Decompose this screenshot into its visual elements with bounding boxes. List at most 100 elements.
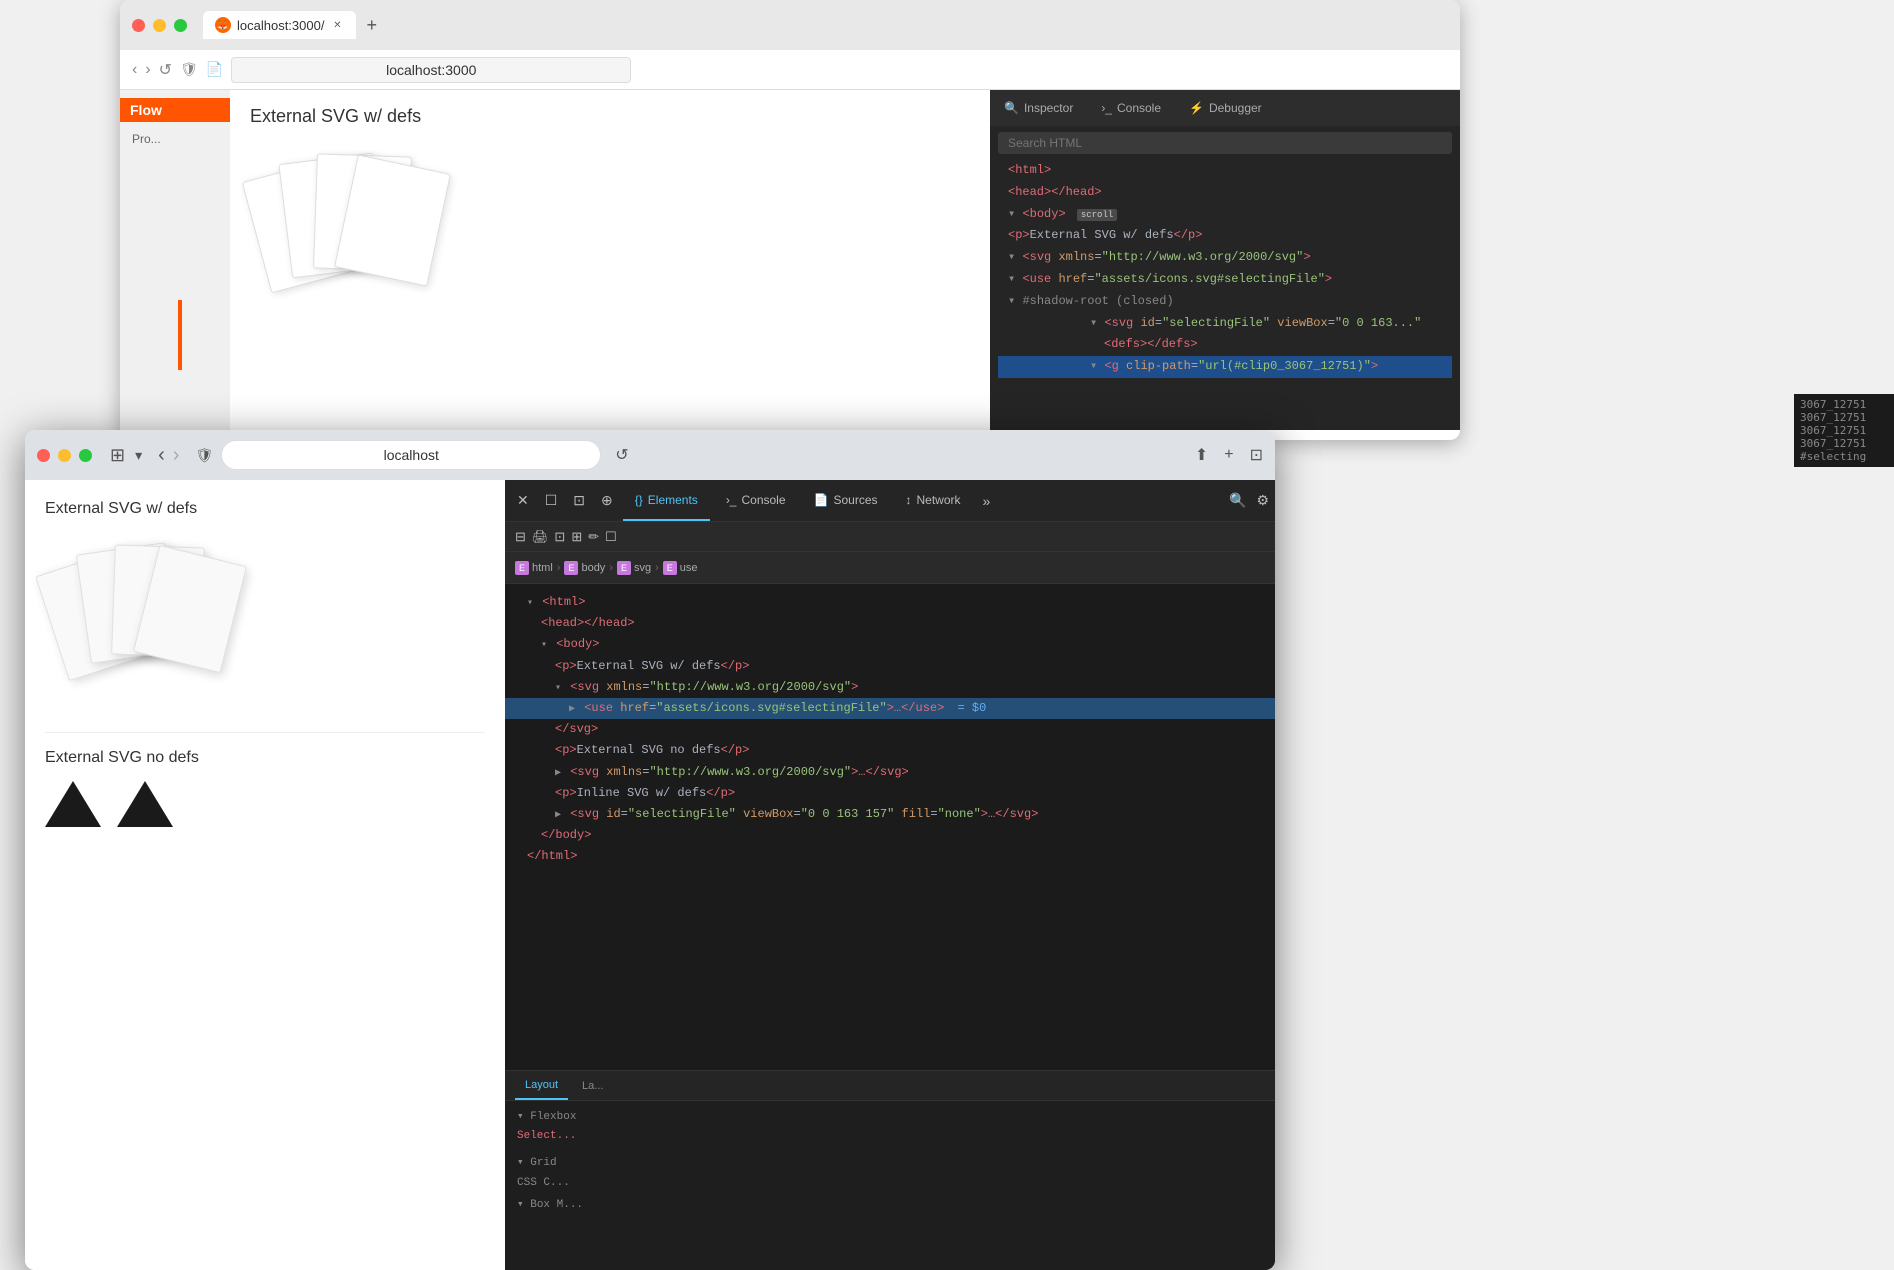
tree-toggle-svg1[interactable]: ▾ — [555, 683, 561, 694]
ff-inspector-tab[interactable]: 🔍 Inspector — [990, 90, 1087, 126]
flexbox-header: ▾ Flexbox — [517, 1109, 1263, 1123]
bc-body-icon: E — [564, 561, 578, 575]
tree-line-close-body[interactable]: </body> — [505, 825, 1275, 846]
chrome-forward-btn[interactable]: › — [173, 444, 180, 467]
devtools-breadcrumb: E html › E body › E svg › E use — [505, 552, 1275, 584]
tab-elements[interactable]: {} Elements — [623, 480, 710, 521]
chrome-close-btn[interactable] — [37, 449, 50, 462]
maximize-button-bg[interactable] — [174, 19, 187, 32]
ff-search-html[interactable] — [998, 132, 1452, 154]
styles-box-section: ▾ Box M... — [517, 1197, 1263, 1211]
chrome-shield-icon: 🛡 — [195, 447, 213, 464]
view-mode-btn-1[interactable]: ⊟ — [515, 529, 526, 545]
sources-icon: 📄 — [814, 493, 829, 507]
section1-title: External SVG w/ defs — [45, 500, 485, 518]
breadcrumb-svg[interactable]: E svg — [617, 561, 651, 575]
tree-toggle-use[interactable]: ▶ — [569, 704, 575, 715]
bc-html-tag: html — [532, 562, 553, 574]
tree-toggle-html[interactable]: ▾ — [527, 598, 533, 609]
breadcrumb-body[interactable]: E body — [564, 561, 605, 575]
ff-tree-svg-inner: ▾ <svg id="selectingFile" viewBox="0 0 1… — [998, 313, 1452, 335]
view-mode-btn-2[interactable]: 🖨 — [532, 529, 549, 545]
breadcrumb-html[interactable]: E html — [515, 561, 553, 575]
tab-close-bg[interactable]: ✕ — [330, 18, 344, 32]
chrome-back-btn[interactable]: ‹ — [158, 444, 165, 467]
tree-line-svg1[interactable]: ▾ <svg xmlns="http://www.w3.org/2000/svg… — [505, 677, 1275, 698]
tab-network[interactable]: ↕ Network — [894, 480, 973, 521]
flexbox-select: Select... — [517, 1127, 1263, 1147]
ff-tree-shadow: ▾ #shadow-root (closed) — [998, 291, 1452, 313]
tree-line-close-html[interactable]: </html> — [505, 846, 1275, 867]
ff-devtools-tabs: 🔍 Inspector ›_ Console ⚡ Debugger — [990, 90, 1460, 126]
chrome-titlebar: ⊞ ▾ ‹ › 🛡 localhost ↺ ⬆ + ⊡ — [25, 430, 1275, 480]
chrome-new-tab-btn[interactable]: + — [1224, 446, 1233, 464]
close-button-bg[interactable] — [132, 19, 145, 32]
breadcrumb-sep-2: › — [609, 562, 613, 574]
url-bar-bg[interactable]: localhost:3000 — [231, 57, 631, 83]
tree-line-svg2[interactable]: ▶ <svg xmlns="http://www.w3.org/2000/svg… — [505, 762, 1275, 783]
chrome-url-bar[interactable]: localhost — [221, 440, 601, 470]
devtools-search-btn[interactable]: 🔍 — [1229, 492, 1246, 509]
tree-line-p1[interactable]: <p>External SVG w/ defs</p> — [505, 656, 1275, 677]
devtools-inspect-btn[interactable]: ⊕ — [595, 488, 619, 513]
chrome-copy-btn[interactable]: ⊡ — [1250, 445, 1263, 465]
devtools-panel: ✕ ☐ ⊡ ⊕ {} Elements ›_ Console 📄 Sources — [505, 480, 1275, 1270]
tree-line-body[interactable]: ▾ <body> — [505, 634, 1275, 655]
breadcrumb-use[interactable]: E use — [663, 561, 698, 575]
styles-tab-layout[interactable]: Layout — [515, 1071, 568, 1100]
refresh-btn-bg[interactable]: ↺ — [159, 60, 172, 80]
tree-toggle-body[interactable]: ▾ — [541, 640, 547, 651]
bg-main-content: External SVG w/ defs — [230, 90, 990, 440]
sidebar-nav-bg: Flow Pro... — [120, 90, 230, 440]
devtools-split-btn[interactable]: ⊡ — [567, 488, 591, 513]
tree-toggle-svg2[interactable]: ▶ — [555, 768, 561, 779]
chrome-share-btn[interactable]: ⬆ — [1195, 445, 1208, 465]
tree-line-head[interactable]: <head></head> — [505, 613, 1275, 634]
devtools-toolbar: ✕ ☐ ⊡ ⊕ {} Elements ›_ Console 📄 Sources — [505, 480, 1275, 522]
devtools-view-options: ⊟ 🖨 ⊡ ⊞ ✏ ☐ — [505, 522, 1275, 552]
tree-line-p3[interactable]: <p>Inline SVG w/ defs</p> — [505, 783, 1275, 804]
tree-line-html[interactable]: ▾ <html> — [505, 592, 1275, 613]
devtools-close-btn[interactable]: ✕ — [511, 488, 535, 513]
chrome-max-btn[interactable] — [79, 449, 92, 462]
chrome-reload-btn[interactable]: ↺ — [615, 445, 628, 465]
back-btn-bg[interactable]: ‹ — [132, 61, 137, 79]
ff-debugger-tab[interactable]: ⚡ Debugger — [1175, 90, 1276, 126]
firefox-body: Flow Pro... External SVG w/ defs — [120, 90, 1460, 440]
tab-sources[interactable]: 📄 Sources — [802, 480, 890, 521]
devtools-more-tabs-btn[interactable]: » — [977, 493, 997, 509]
sidebar-pro-bg: Pro... — [120, 126, 230, 152]
new-tab-bg[interactable]: + — [366, 15, 377, 36]
view-mode-btn-4[interactable]: ⊞ — [571, 529, 582, 545]
styles-content: ▾ Flexbox Select... ▾ Grid CSS C... ▾ Bo… — [505, 1101, 1275, 1270]
ff-tree-html: <html> — [998, 160, 1452, 182]
tab-sources-label: Sources — [833, 493, 877, 507]
tab-console[interactable]: ›_ Console — [714, 480, 798, 521]
devtools-dock-side-btn[interactable]: ☐ — [539, 488, 564, 513]
styles-tabs: Layout La... — [505, 1071, 1275, 1101]
tree-line-close-svg1[interactable]: </svg> — [505, 719, 1275, 740]
chrome-sidebar-toggle[interactable]: ⊞ — [110, 445, 125, 466]
ff-console-tab[interactable]: ›_ Console — [1087, 90, 1175, 126]
view-mode-btn-3[interactable]: ⊡ — [554, 529, 565, 545]
ff-inspector-label: Inspector — [1024, 101, 1073, 115]
chrome-body: External SVG w/ defs External SVG no def… — [25, 480, 1275, 1270]
tree-line-use[interactable]: ▶ <use href="assets/icons.svg#selectingF… — [505, 698, 1275, 719]
tree-toggle-svg3[interactable]: ▶ — [555, 810, 561, 821]
devtools-bottom-panel: Layout La... ▾ Flexbox Select... ▾ Grid … — [505, 1070, 1275, 1270]
tree-line-p2[interactable]: <p>External SVG no defs</p> — [505, 740, 1275, 761]
styles-grid-section: ▾ Grid — [517, 1155, 1263, 1169]
tab-console-label: Console — [741, 493, 785, 507]
section-divider — [45, 732, 485, 733]
styles-tab-la[interactable]: La... — [572, 1071, 613, 1100]
scroll-badge-bg: scroll — [1077, 209, 1117, 221]
chrome-panel-dropdown[interactable]: ▾ — [135, 447, 142, 464]
active-tab-bg[interactable]: 🦊 localhost:3000/ ✕ — [203, 11, 356, 39]
tree-line-svg3[interactable]: ▶ <svg id="selectingFile" viewBox="0 0 1… — [505, 804, 1275, 825]
chrome-min-btn[interactable] — [58, 449, 71, 462]
view-mode-btn-5[interactable]: ✏ — [588, 529, 599, 545]
minimize-button-bg[interactable] — [153, 19, 166, 32]
devtools-settings-btn[interactable]: ⚙ — [1256, 492, 1269, 509]
view-mode-btn-6[interactable]: ☐ — [605, 529, 617, 545]
forward-btn-bg[interactable]: › — [145, 61, 150, 79]
